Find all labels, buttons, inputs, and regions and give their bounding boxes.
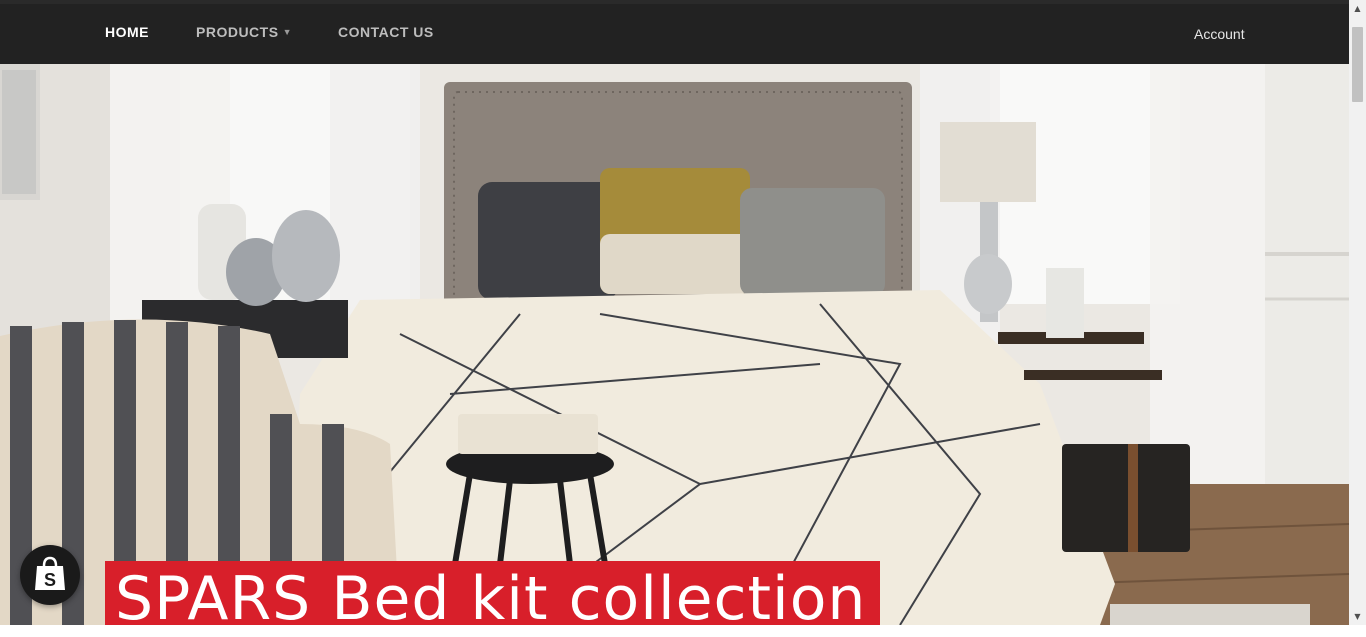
account-link[interactable]: Account (1194, 26, 1245, 42)
nav-home-link[interactable]: HOME (105, 24, 149, 68)
bedroom-photo (0, 64, 1349, 625)
hero-image (0, 64, 1349, 625)
nav-home-label: HOME (105, 24, 149, 40)
scroll-up-arrow-icon[interactable]: ▲ (1349, 0, 1366, 17)
svg-text:S: S (44, 570, 56, 590)
scrollbar-thumb[interactable] (1352, 27, 1363, 102)
nav-contact-link[interactable]: CONTACT US (338, 24, 434, 68)
nav-products-link[interactable]: PRODUCTS ▼ (196, 24, 292, 68)
scroll-down-arrow-icon[interactable]: ▼ (1349, 608, 1366, 625)
page-scrollbar[interactable]: ▲ ▼ (1349, 0, 1366, 625)
top-navigation-bar: HOME PRODUCTS ▼ CONTACT US Account (0, 0, 1349, 68)
shopping-bag-icon[interactable]: S (20, 545, 80, 605)
chevron-down-icon: ▼ (282, 27, 292, 37)
nav-products-label: PRODUCTS (196, 24, 279, 40)
nav-contact-label: CONTACT US (338, 24, 434, 40)
hero-banner-title: SPARS Bed kit collection (105, 561, 881, 634)
